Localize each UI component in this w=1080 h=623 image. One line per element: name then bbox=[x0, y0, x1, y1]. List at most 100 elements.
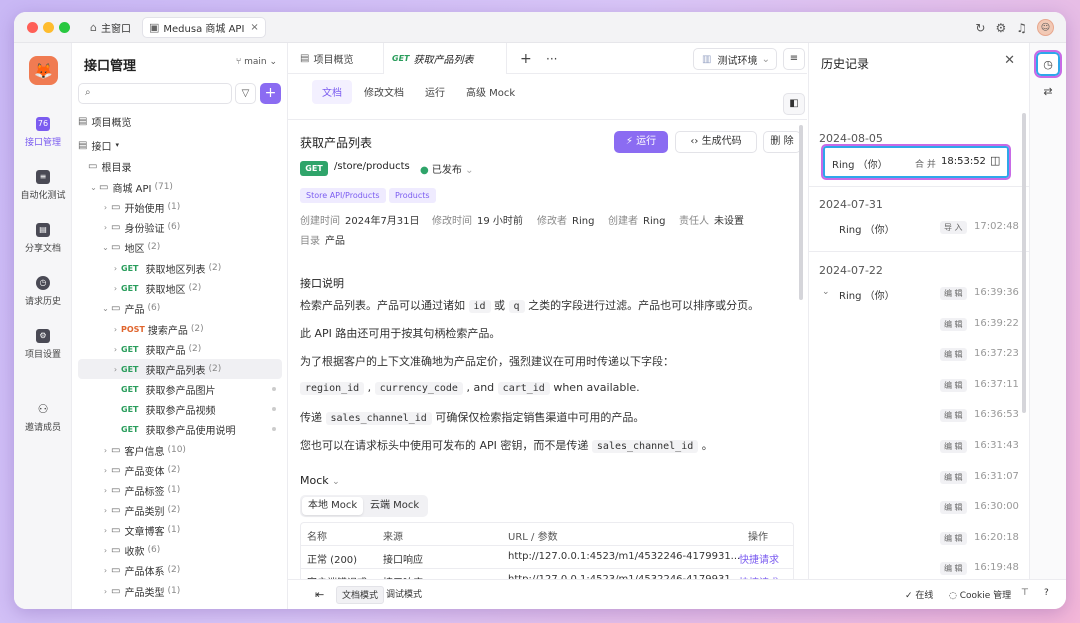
add-button[interactable]: + bbox=[260, 83, 281, 104]
tree-item-blog[interactable]: › ▭ 文章博客 (1) bbox=[78, 520, 282, 540]
online-status[interactable]: ✓ 在线 bbox=[905, 588, 933, 601]
nav-request-history[interactable]: ◷ 请求历史 bbox=[14, 276, 72, 307]
tree-item-product-system[interactable]: › ▭ 产品体系 (2) bbox=[78, 560, 282, 580]
mock-section-toggle[interactable]: Mock ⌄ bbox=[300, 474, 340, 487]
bell-icon[interactable]: ♫ bbox=[1016, 21, 1027, 35]
project-tab[interactable]: ▣ Medusa 商城 API × bbox=[142, 17, 266, 38]
divider bbox=[809, 186, 1029, 187]
add-tab-button[interactable]: + bbox=[512, 43, 540, 74]
scrollbar[interactable] bbox=[1022, 113, 1026, 413]
more-tabs-icon[interactable]: ··· bbox=[538, 43, 565, 74]
help-icon[interactable]: ? bbox=[1044, 588, 1049, 598]
scrollbar[interactable] bbox=[799, 125, 803, 300]
debug-mode-button[interactable]: 调试模式 bbox=[381, 586, 427, 604]
tree-item-region[interactable]: ⌄ ▭ 地区 (2) bbox=[78, 237, 282, 257]
history-row[interactable]: 编 辑 16:31:43 bbox=[819, 435, 1019, 459]
tree-item-root-dir[interactable]: ▭ 根目录 bbox=[78, 156, 282, 176]
tree-item-variants[interactable]: › ▭ 产品变体 (2) bbox=[78, 460, 282, 480]
history-row[interactable]: 编 辑 16:30:00 bbox=[819, 496, 1019, 520]
history-row[interactable]: 编 辑 16:39:22 bbox=[819, 313, 1019, 337]
history-row[interactable]: 编 辑 16:37:23 bbox=[819, 343, 1019, 367]
meta-creator: 创建者 Ring bbox=[608, 216, 666, 227]
history-row[interactable]: 编 辑 16:20:18 bbox=[819, 527, 1019, 551]
close-window-button[interactable] bbox=[27, 22, 38, 33]
api-path: /store/products bbox=[334, 161, 410, 172]
tree-item-product-types[interactable]: › ▭ 产品类型 (1) bbox=[78, 581, 282, 601]
history-row[interactable]: Ring （你） 导 入 17:02:48 bbox=[819, 216, 1019, 240]
tree-item-overview[interactable]: ▤ 项目概览 bbox=[78, 111, 282, 131]
history-toggle-button[interactable]: ◷ bbox=[1034, 50, 1062, 78]
tree-item-get-region[interactable]: › GET 获取地区 (2) bbox=[78, 278, 282, 298]
doc-mode-button[interactable]: 文档模式 bbox=[336, 586, 385, 604]
collapse-sidebar-icon[interactable]: ⇤ bbox=[310, 586, 329, 604]
description-title: 接口说明 bbox=[300, 277, 344, 290]
tree-item-search-products[interactable]: › POST 搜索产品 (2) bbox=[78, 319, 282, 339]
tab-cloud-mock[interactable]: 云端 Mock bbox=[364, 497, 425, 515]
tree-item-tags[interactable]: › ▭ 产品标签 (1) bbox=[78, 480, 282, 500]
nav-automation-test[interactable]: ≡ 自动化测试 bbox=[14, 170, 72, 201]
history-row[interactable]: 编 辑 16:37:11 bbox=[819, 374, 1019, 398]
chevron-right-icon: › bbox=[103, 445, 108, 455]
tree-item-get-product-list[interactable]: › GET 获取产品列表 (2) bbox=[78, 359, 282, 379]
tree-item-get-regions[interactable]: › GET 获取地区列表 (2) bbox=[78, 258, 282, 278]
tree-item-customers[interactable]: › ▭ 客户信息 (10) bbox=[78, 440, 282, 460]
compare-icon[interactable]: ◫ bbox=[990, 154, 1000, 167]
gear-icon[interactable]: ⚙ bbox=[995, 21, 1006, 35]
filter-button[interactable]: ▽ bbox=[235, 83, 256, 104]
chevron-right-icon: › bbox=[113, 263, 118, 273]
status-selector[interactable]: ● 已发布 ⌄ bbox=[420, 161, 474, 176]
history-row[interactable]: Ring （你） 合 并 18:53:52 ◫ bbox=[821, 144, 1011, 180]
subtab-doc[interactable]: 文档 bbox=[312, 80, 352, 104]
title-bar: ⌂ 主窗口 ▣ Medusa 商城 API × ↻ ⚙ ♫ ☺ bbox=[14, 12, 1066, 43]
tab-project-overview[interactable]: ▤ 项目概览 bbox=[292, 43, 361, 74]
quick-request-link[interactable]: 快捷请求 bbox=[739, 551, 779, 566]
tree-item-getting-started[interactable]: › ▭ 开始使用 (1) bbox=[78, 197, 282, 217]
home-tab[interactable]: ⌂ 主窗口 bbox=[84, 17, 137, 38]
history-row[interactable]: ⌄ Ring （你） 编 辑 16:39:36 bbox=[819, 282, 1019, 306]
tree-item-get-product-images[interactable]: GET 获取参产品图片 bbox=[78, 379, 282, 399]
branch-selector[interactable]: ⑂ main ⌄ bbox=[236, 57, 277, 67]
subtab-run[interactable]: 运行 bbox=[415, 80, 455, 104]
tree-item-products[interactable]: ⌄ ▭ 产品 (6) bbox=[78, 298, 282, 318]
history-row[interactable]: 编 辑 16:31:07 bbox=[819, 466, 1019, 490]
tree-item-get-product-manual[interactable]: GET 获取参产品使用说明 bbox=[78, 419, 282, 439]
history-row[interactable]: 编 辑 16:36:53 bbox=[819, 404, 1019, 428]
menu-button[interactable]: ≡ bbox=[783, 48, 805, 70]
settings-toggle-button[interactable]: ⇄ bbox=[1036, 81, 1060, 105]
tree-item-auth[interactable]: › ▭ 身份验证 (6) bbox=[78, 217, 282, 237]
refresh-icon[interactable]: ↻ bbox=[975, 21, 985, 35]
tree-item-categories[interactable]: › ▭ 产品类别 (2) bbox=[78, 500, 282, 520]
subtab-edit-doc[interactable]: 修改文档 bbox=[354, 80, 414, 104]
subtab-advanced-mock[interactable]: 高级 Mock bbox=[456, 80, 525, 104]
tree-item-payments[interactable]: › ▭ 收款 (6) bbox=[78, 540, 282, 560]
tab-local-mock[interactable]: 本地 Mock bbox=[302, 497, 364, 515]
panel-toggle-button[interactable]: ◧ bbox=[783, 93, 805, 115]
cookie-manager-button[interactable]: ◌ Cookie 管理 bbox=[949, 588, 1011, 601]
zoom-window-button[interactable] bbox=[59, 22, 70, 33]
tree-item-mall-api[interactable]: ⌄ ▭ 商城 API (71) bbox=[78, 177, 282, 197]
shirt-icon[interactable]: ⊤ bbox=[1021, 588, 1029, 598]
run-button[interactable]: ⚡ 运行 bbox=[614, 131, 668, 153]
environment-selector[interactable]: ▥ 测试环境 ⌄ bbox=[693, 48, 777, 70]
meta-created: 创建时间 2024年7月31日 bbox=[300, 216, 420, 227]
generate-code-button[interactable]: ‹› 生成代码 bbox=[675, 131, 757, 153]
chevron-right-icon: › bbox=[103, 465, 108, 475]
avatar[interactable]: ☺ bbox=[1037, 19, 1054, 36]
nav-share-doc[interactable]: ▤ 分享文档 bbox=[14, 223, 72, 254]
delete-button[interactable]: 删 除 bbox=[763, 131, 801, 153]
tree-item-get-product-videos[interactable]: GET 获取参产品视频 bbox=[78, 399, 282, 419]
tab-get-product-list[interactable]: GET 获取产品列表 bbox=[383, 43, 507, 74]
minimize-window-button[interactable] bbox=[43, 22, 54, 33]
nav-project-settings[interactable]: ⚙ 项目设置 bbox=[14, 329, 72, 360]
nav-api-management[interactable]: 76 接口管理 bbox=[14, 117, 72, 148]
settings-icon: ⚙ bbox=[36, 329, 50, 343]
search-input[interactable]: ⌕ bbox=[78, 83, 232, 104]
folder-icon: ▭ bbox=[111, 241, 121, 253]
tree-item-api-root[interactable]: ▤ 接口 ▾ bbox=[78, 135, 282, 155]
close-icon[interactable]: ✕ bbox=[1004, 53, 1015, 68]
tree-item-get-product[interactable]: › GET 获取产品 (2) bbox=[78, 339, 282, 359]
close-tab-icon[interactable]: × bbox=[250, 22, 258, 33]
history-row[interactable]: 编 辑 16:19:48 bbox=[819, 557, 1019, 581]
chevron-down-icon[interactable]: ⌄ bbox=[822, 287, 830, 297]
nav-invite-members[interactable]: ⚇ 邀请成员 bbox=[14, 402, 72, 433]
